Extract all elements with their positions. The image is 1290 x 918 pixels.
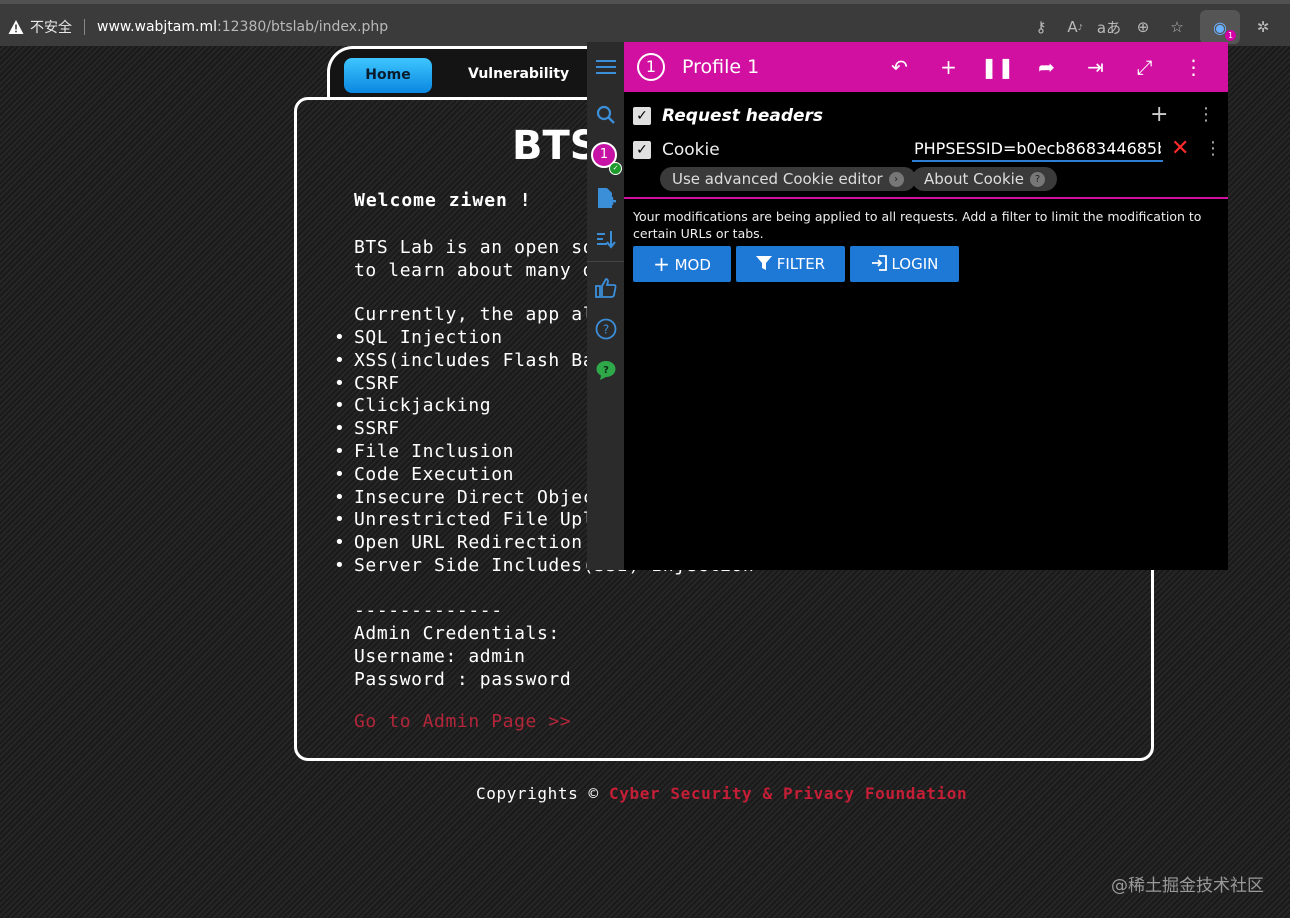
plus-icon: + [653, 252, 670, 276]
login-icon [871, 255, 887, 271]
undo-icon[interactable]: ↶ [875, 51, 924, 83]
chevron-right-icon: › [888, 172, 904, 187]
svg-text:?: ? [603, 365, 609, 376]
zoom-icon[interactable]: ⊕ [1126, 10, 1160, 44]
intro-line: BTS Lab is an open sou [354, 237, 606, 258]
menu-icon[interactable] [593, 54, 619, 80]
modification-notice: Your modifications are being applied to … [633, 209, 1202, 241]
add-mod-button[interactable]: + MOD [633, 246, 731, 282]
profile-header: 1 Profile 1 ↶ + ❚❚ ➦ ⇥ ⤢ ⋮ [624, 42, 1228, 92]
add-filter-button[interactable]: FILTER [736, 246, 845, 282]
add-icon[interactable]: + [924, 51, 973, 83]
add-profile-icon[interactable] [593, 185, 619, 211]
expand-icon[interactable]: ⤢ [1120, 51, 1169, 83]
filter-icon [755, 256, 772, 270]
question-icon: ? [1030, 172, 1046, 187]
import-icon[interactable]: ⇥ [1071, 51, 1120, 83]
browser-toolbar: 不安全 www.wabjtam.ml:12380/btslab/index.ph… [0, 0, 1290, 46]
mod-button-label: MOD [674, 256, 711, 274]
request-headers-title: Request headers [662, 106, 824, 126]
header-more-icon[interactable]: ⋮ [1204, 138, 1222, 159]
profile-actions: ↶ + ❚❚ ➦ ⇥ ⤢ ⋮ [875, 51, 1218, 83]
address-separator [84, 19, 85, 35]
about-cookie-button[interactable]: About Cookie? [912, 167, 1058, 191]
footer: Copyrights © Cyber Security & Privacy Fo… [476, 784, 967, 803]
toolbar-icons: ⚷ A ♪ aあ ⊕ ☆ ◉ 1 ✲ [1024, 10, 1280, 44]
cookie-header-checkbox[interactable]: ✓ [633, 141, 651, 159]
nav-home-button[interactable]: Home [344, 58, 432, 93]
section-divider [624, 197, 1228, 199]
add-header-icon[interactable]: + [1150, 102, 1168, 127]
more-vert-icon[interactable]: ⋮ [1169, 51, 1218, 83]
warning-icon [8, 20, 24, 34]
intro-text: BTS Lab is an open sou to learn about ma… [354, 236, 606, 282]
extension-popup: 1 Profile 1 ↶ + ❚❚ ➦ ⇥ ⤢ ⋮ ✓ Request hea… [624, 42, 1228, 570]
header-value-input[interactable] [912, 137, 1163, 162]
sort-icon[interactable] [593, 226, 619, 252]
login-button[interactable]: LOGIN [850, 246, 959, 282]
username-text: Username: admin [354, 646, 526, 667]
favorite-star-icon[interactable]: ☆ [1160, 10, 1194, 44]
security-label[interactable]: 不安全 [30, 17, 72, 37]
profile-number: 1 [637, 53, 665, 81]
extensions-puzzle-icon[interactable]: ✲ [1246, 10, 1280, 44]
advanced-cookie-editor-button[interactable]: Use advanced Cookie editor › [660, 167, 916, 191]
extension-badge: 1 [1225, 30, 1236, 41]
welcome-text: Welcome ziwen ! [354, 190, 532, 211]
admin-page-link[interactable]: Go to Admin Page >> [354, 711, 571, 732]
copyright-text: Copyrights © [476, 784, 599, 803]
page-title: BTS [512, 123, 599, 169]
watermark: @稀土掘金技术社区 [1111, 876, 1264, 896]
nav-vulnerability-link[interactable]: Vulnerability [468, 66, 569, 82]
request-headers-checkbox[interactable]: ✓ [633, 107, 651, 125]
share-icon[interactable]: ➦ [1022, 51, 1071, 83]
delete-header-icon[interactable]: ✕ [1171, 136, 1189, 161]
about-cookie-label: About Cookie [924, 170, 1025, 188]
advanced-cookie-editor-label: Use advanced Cookie editor [672, 170, 883, 188]
translate-icon[interactable]: aあ [1092, 10, 1126, 44]
foundation-link[interactable]: Cyber Security & Privacy Foundation [609, 784, 967, 803]
address-bar[interactable]: 不安全 www.wabjtam.ml:12380/btslab/index.ph… [8, 12, 388, 42]
pause-icon[interactable]: ❚❚ [973, 51, 1022, 83]
section-more-icon[interactable]: ⋮ [1197, 104, 1215, 125]
divider-text: ------------- [354, 600, 503, 621]
help-icon[interactable]: ? [593, 316, 619, 342]
intro-line: to learn about many di [354, 260, 606, 281]
key-icon[interactable]: ⚷ [1024, 10, 1058, 44]
login-button-label: LOGIN [891, 255, 939, 273]
modheader-extension-icon[interactable]: ◉ 1 [1200, 10, 1240, 44]
sidebar-divider [587, 261, 624, 262]
search-icon[interactable] [593, 102, 619, 128]
filter-button-label: FILTER [776, 255, 826, 273]
check-icon: ✓ [609, 162, 622, 175]
extension-sidebar: 1 ✓ ? ? [587, 42, 625, 570]
svg-text:?: ? [603, 323, 609, 337]
url-path[interactable]: :12380/btslab/index.php [217, 19, 388, 35]
thumbs-up-icon[interactable] [593, 275, 619, 301]
profile-title[interactable]: Profile 1 [682, 56, 759, 78]
url-host[interactable]: www.wabjtam.ml [97, 19, 217, 35]
admin-credentials: ------------- Admin Credentials: Usernam… [354, 599, 571, 691]
read-aloud-icon[interactable]: A ♪ [1058, 10, 1092, 44]
feedback-icon[interactable]: ? [593, 357, 619, 383]
header-name-field[interactable]: Cookie [662, 140, 720, 160]
password-text: Password : password [354, 669, 572, 690]
credentials-title: Admin Credentials: [354, 623, 560, 644]
